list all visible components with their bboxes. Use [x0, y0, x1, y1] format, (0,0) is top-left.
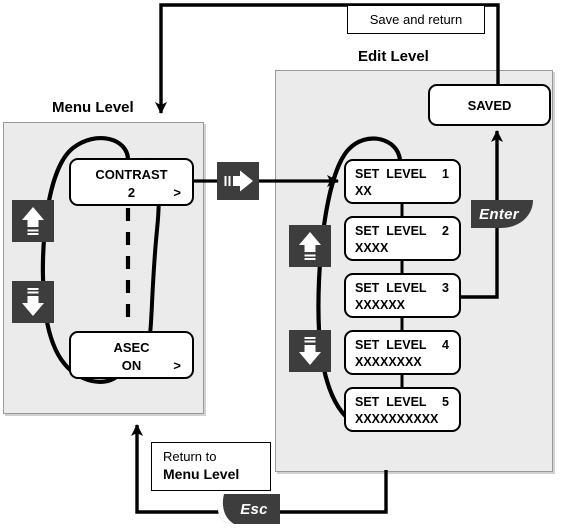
menu-screen-asec[interactable]: ASEC ON > — [69, 331, 194, 379]
return-to-menu-level-note: Return to Menu Level — [151, 442, 271, 491]
edit-screen-set-level-3-number: 3 — [442, 281, 449, 295]
edit-screen-set-level-2-label: SET LEVEL — [355, 224, 427, 238]
up-arrow-key-menu-level[interactable] — [12, 200, 54, 242]
menu-screen-contrast[interactable]: CONTRAST 2 > — [69, 158, 194, 206]
esc-key-badge[interactable]: Esc — [218, 494, 280, 524]
edit-screen-set-level-2-value: XXXX — [355, 241, 389, 255]
save-and-return-note: Save and return — [347, 5, 485, 34]
menu-screen-asec-caret-icon: > — [173, 358, 181, 373]
menu-screen-contrast-line1: CONTRAST — [95, 167, 168, 182]
edit-screen-set-level-4-label: SET LEVEL — [355, 338, 427, 352]
edit-screen-set-level-3-value: XXXXXX — [355, 298, 406, 312]
edit-screen-set-level-5[interactable]: SET LEVEL 5 XXXXXXXXXX — [344, 387, 461, 432]
down-arrow-key-edit-level[interactable] — [289, 330, 331, 372]
edit-screen-set-level-4[interactable]: SET LEVEL 4 XXXXXXXX — [344, 330, 461, 375]
edit-screen-set-level-5-value: XXXXXXXXXX — [355, 412, 439, 426]
edit-screen-set-level-5-label: SET LEVEL — [355, 395, 427, 409]
edit-screen-set-level-2-number: 2 — [442, 224, 449, 238]
menu-screen-asec-line1: ASEC — [113, 340, 150, 355]
edit-screen-set-level-1-label: SET LEVEL — [355, 167, 427, 181]
up-arrow-key-edit-level[interactable] — [289, 225, 331, 267]
edit-level-title: Edit Level — [358, 48, 429, 65]
return-note-line2: Menu Level — [163, 466, 240, 482]
edit-screen-saved-label: SAVED — [467, 98, 512, 113]
edit-screen-saved: SAVED — [428, 84, 551, 126]
edit-screen-set-level-4-number: 4 — [442, 338, 449, 352]
edit-screen-set-level-1-value: XX — [355, 184, 372, 198]
edit-screen-set-level-1[interactable]: SET LEVEL 1 XX — [344, 159, 461, 204]
edit-screen-set-level-3[interactable]: SET LEVEL 3 XXXXXX — [344, 273, 461, 318]
edit-screen-set-level-3-label: SET LEVEL — [355, 281, 427, 295]
enter-key-badge[interactable]: Enter — [471, 200, 533, 228]
edit-screen-set-level-4-value: XXXXXXXX — [355, 355, 422, 369]
edit-screen-set-level-1-number: 1 — [442, 167, 449, 181]
return-note-line1: Return to — [163, 449, 217, 464]
down-arrow-key-menu-level[interactable] — [12, 281, 54, 323]
right-arrow-key[interactable] — [217, 162, 259, 200]
edit-screen-set-level-5-number: 5 — [442, 395, 449, 409]
menu-screen-contrast-caret-icon: > — [173, 185, 181, 200]
menu-level-title: Menu Level — [52, 99, 134, 116]
edit-screen-set-level-2[interactable]: SET LEVEL 2 XXXX — [344, 216, 461, 261]
menu-navigation-diagram: Menu Level Edit Level Save and return Re… — [0, 0, 563, 528]
